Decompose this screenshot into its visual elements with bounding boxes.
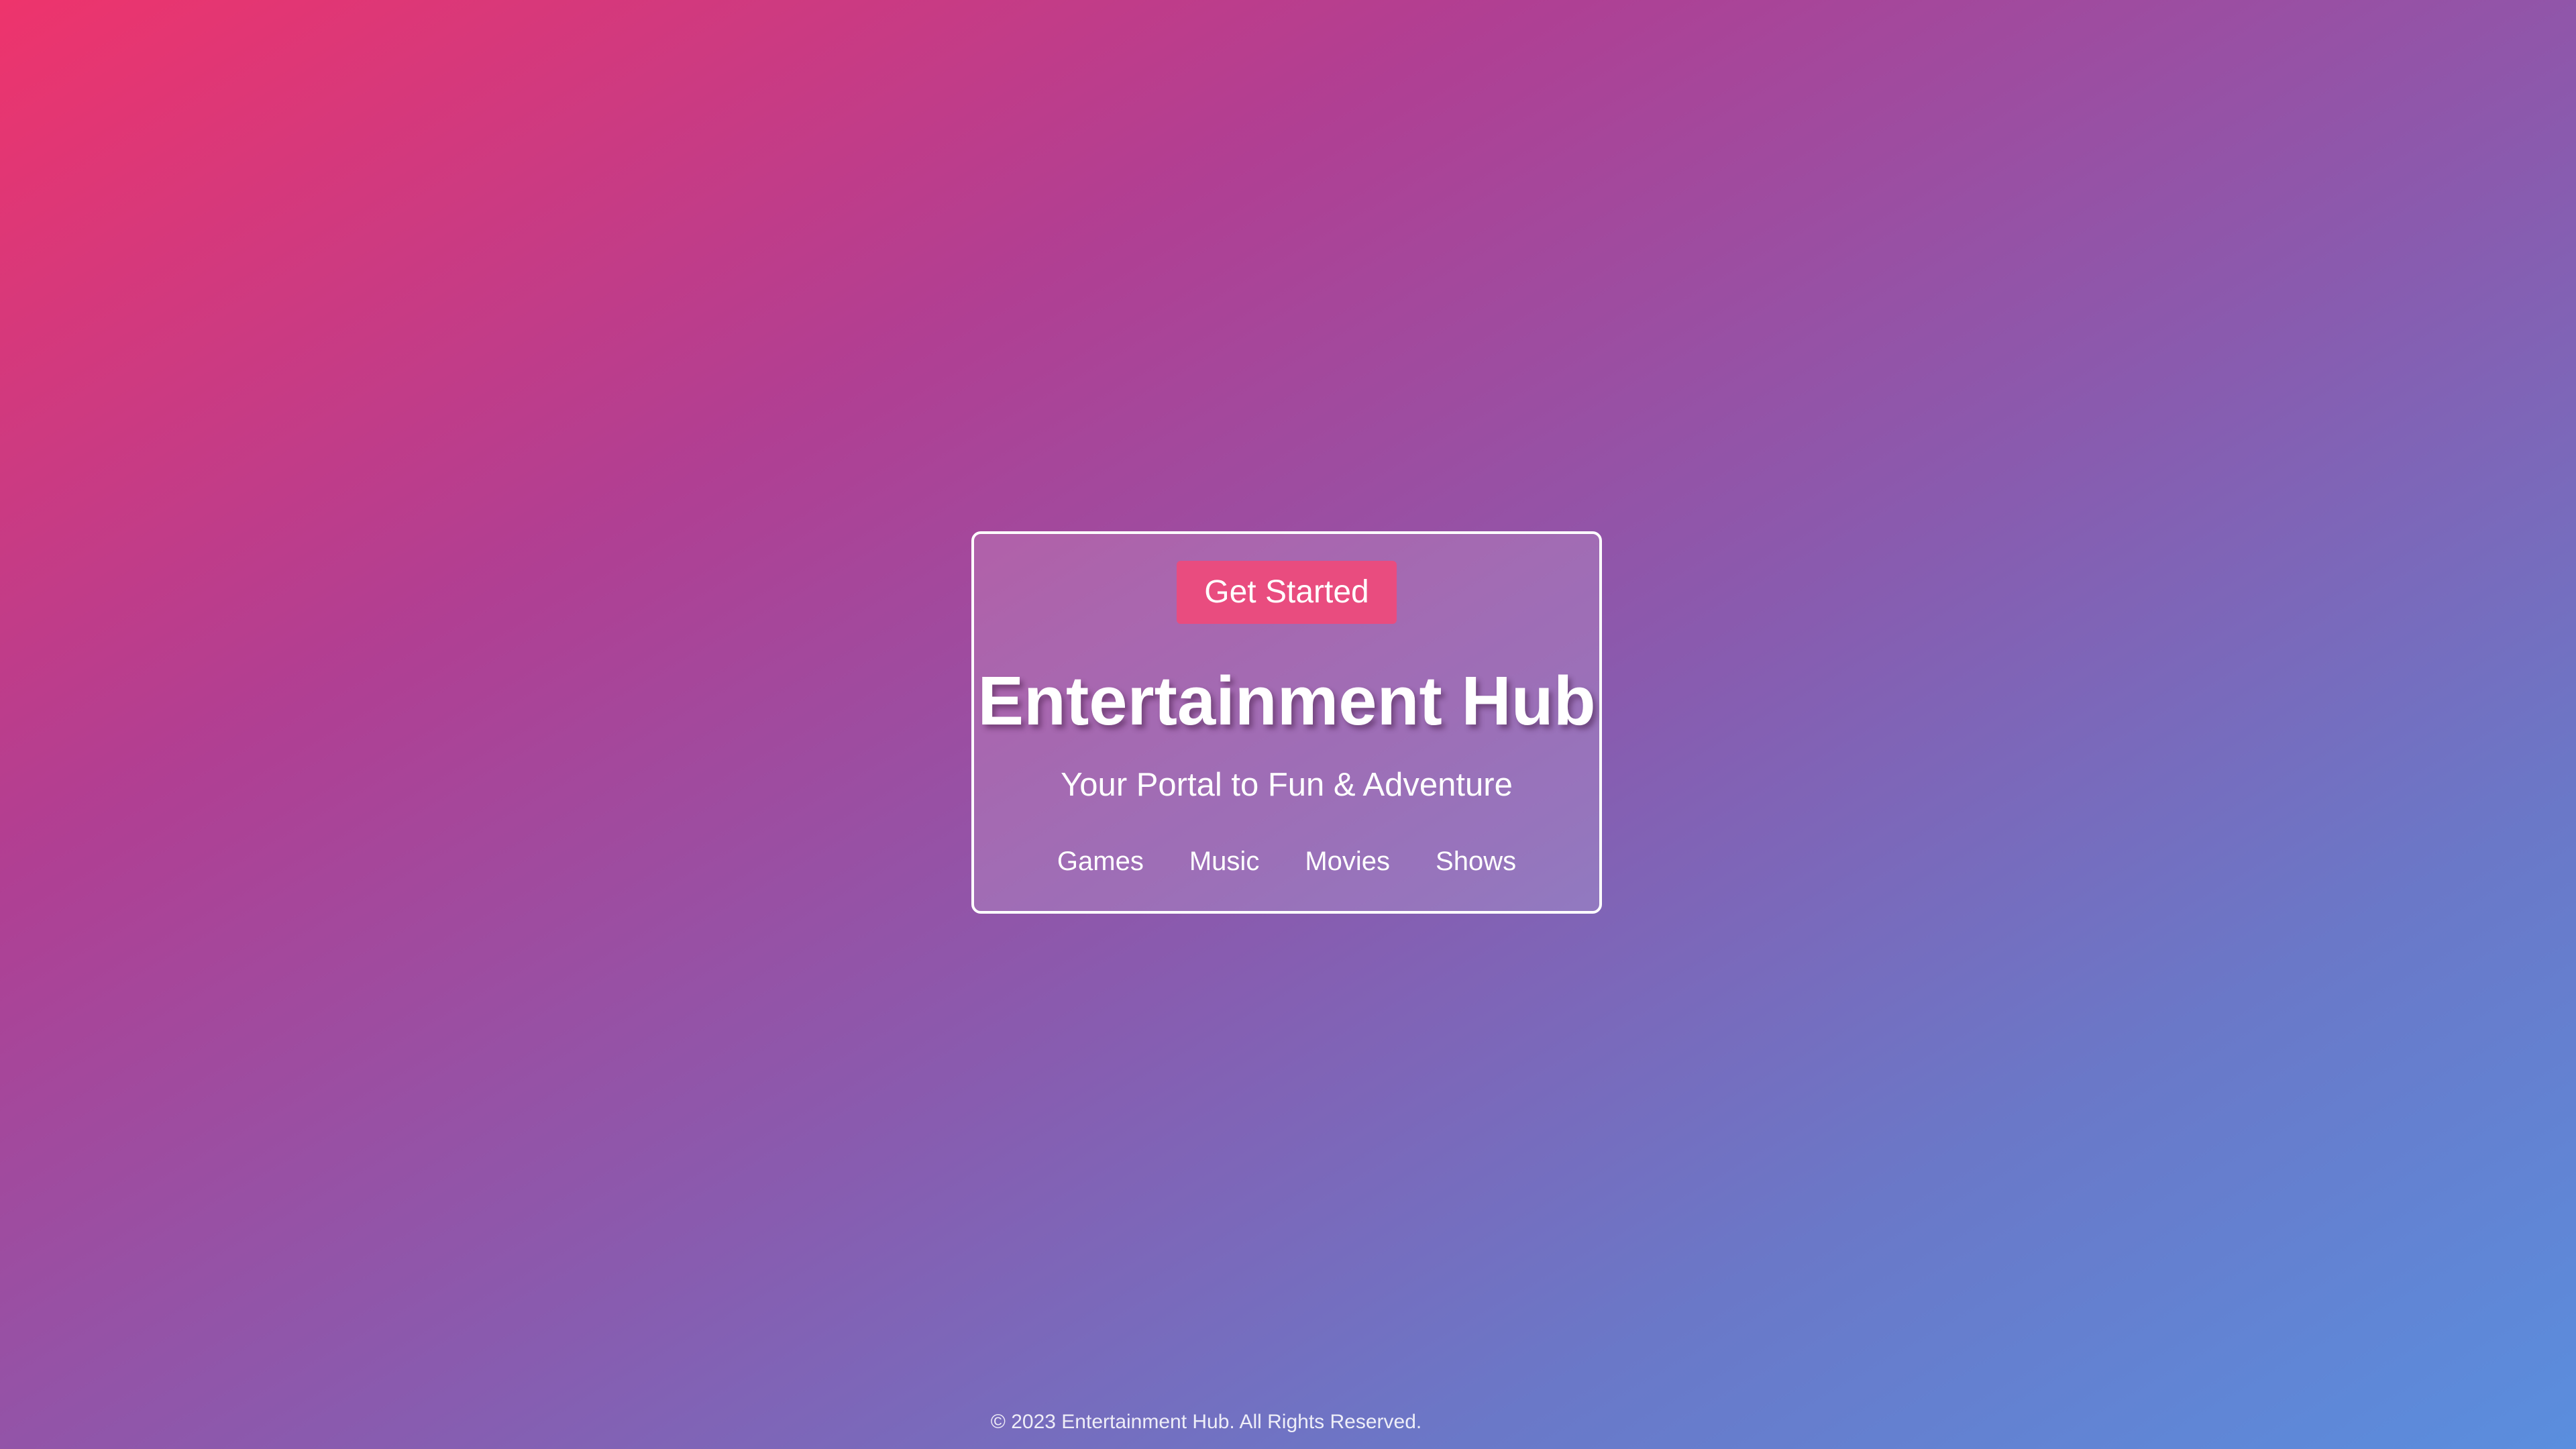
tagline: Your Portal to Fun & Adventure (1061, 767, 1513, 803)
nav-link-movies[interactable]: Movies (1305, 845, 1390, 877)
page-title: Entertainment Hub (977, 662, 1596, 739)
main-nav: Games Music Movies Shows (1057, 845, 1516, 877)
nav-link-music[interactable]: Music (1189, 845, 1259, 877)
get-started-button[interactable]: Get Started (1177, 561, 1397, 624)
nav-link-shows[interactable]: Shows (1436, 845, 1516, 877)
footer-copyright: © 2023 Entertainment Hub. All Rights Res… (990, 1411, 1422, 1433)
nav-link-games[interactable]: Games (1057, 845, 1144, 877)
hero-card: Get Started Entertainment Hub Your Porta… (971, 531, 1602, 914)
